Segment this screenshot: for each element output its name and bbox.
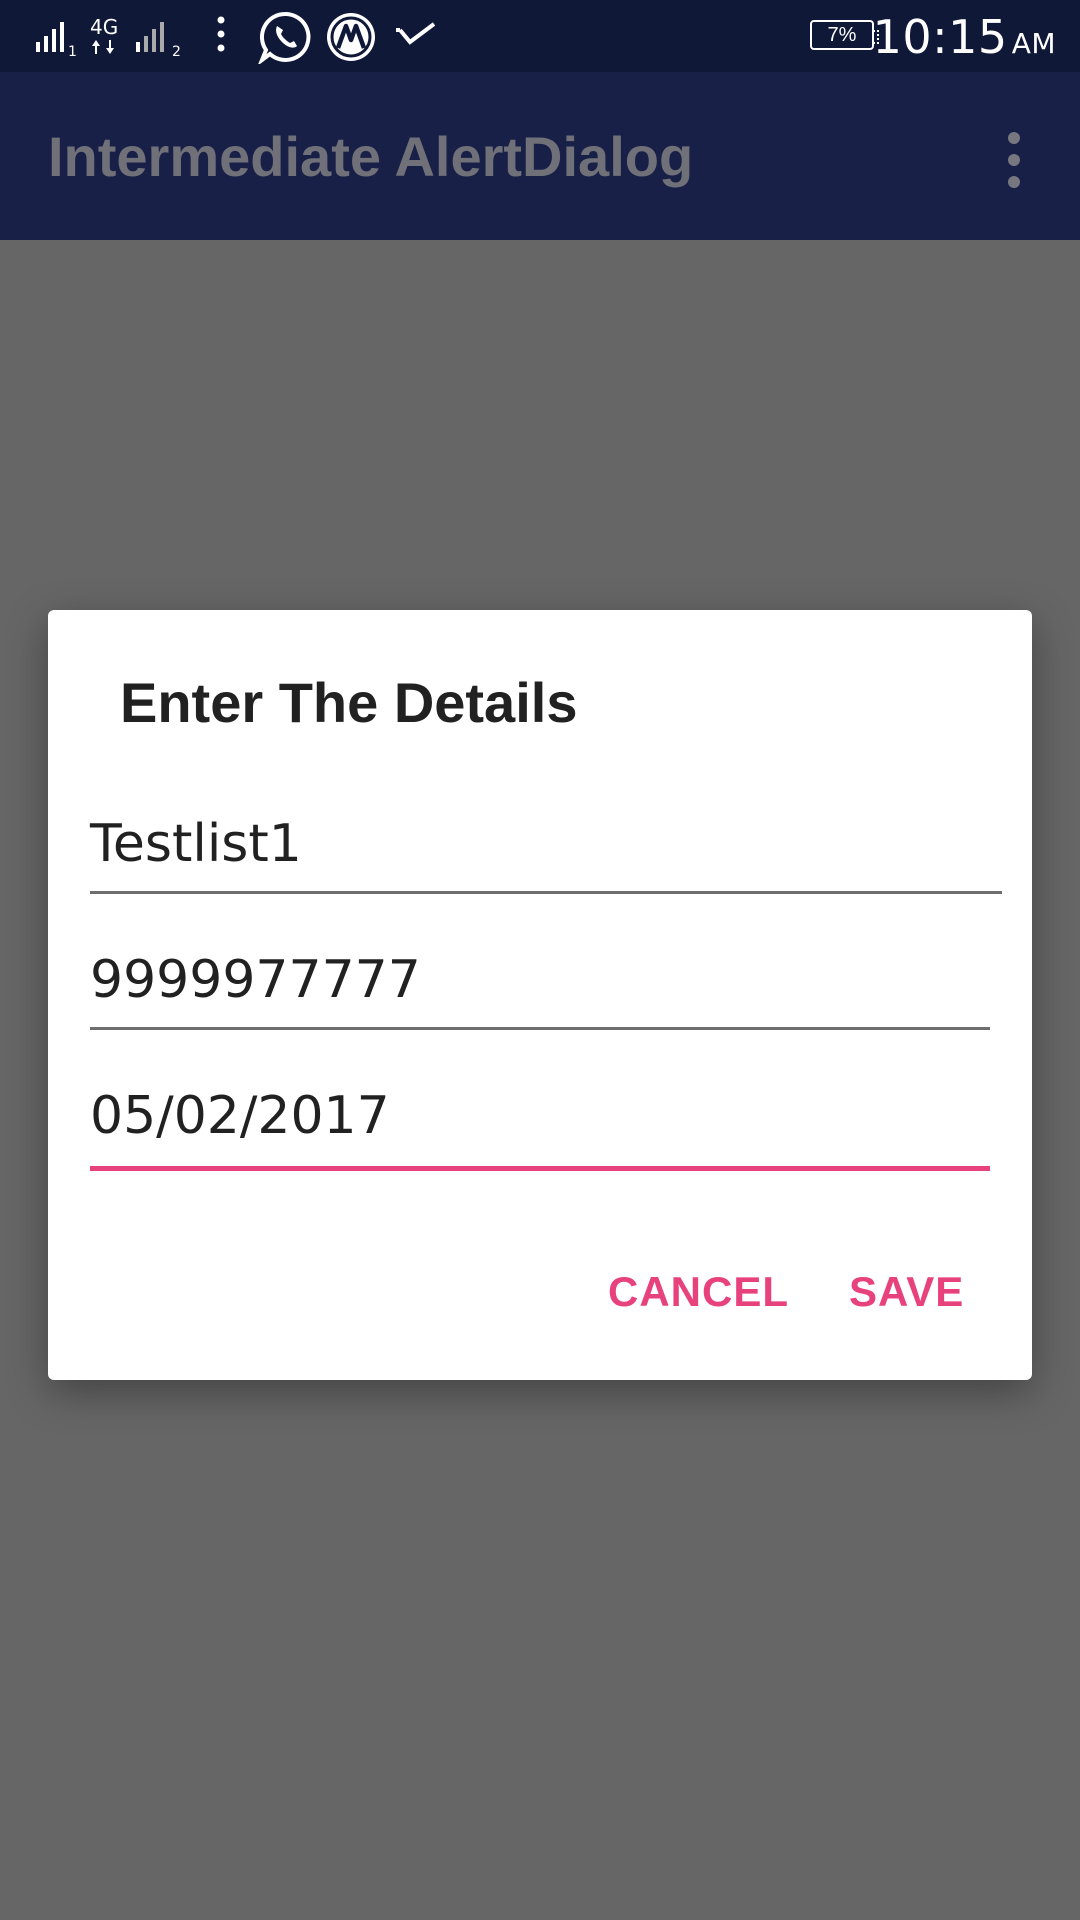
4g-data-icon: 4G	[90, 15, 118, 54]
app-title: Intermediate AlertDialog	[48, 125, 694, 188]
date-field-underline	[90, 1166, 990, 1171]
name-field[interactable]: Testlist1	[90, 814, 1002, 894]
battery-icon: 7%	[810, 20, 879, 50]
name-field-underline	[90, 891, 1002, 894]
cancel-button[interactable]: CANCEL	[608, 1268, 789, 1316]
signal-icon: 1	[36, 22, 77, 56]
alert-dialog: Enter The Details Testlist1 9999977777 0…	[48, 610, 1032, 1380]
svg-text:1: 1	[68, 44, 77, 56]
svg-text:2: 2	[172, 44, 181, 58]
m-app-icon	[327, 13, 375, 61]
name-field-value: Testlist1	[90, 814, 302, 874]
signal-sim2-icon: 2	[136, 22, 181, 58]
phone-field-value: 9999977777	[90, 950, 421, 1010]
date-field-value: 05/02/2017	[90, 1086, 390, 1146]
phone-field[interactable]: 9999977777	[90, 950, 990, 1030]
more-notifications-icon	[217, 16, 225, 52]
date-field[interactable]: 05/02/2017	[90, 1086, 990, 1171]
overflow-menu-icon[interactable]	[990, 128, 1038, 192]
phone-field-underline	[90, 1027, 990, 1030]
whatsapp-icon	[258, 11, 311, 64]
save-button[interactable]: SAVE	[849, 1268, 964, 1316]
clock: 10:15 AM	[872, 10, 1056, 64]
app-bar: Intermediate AlertDialog	[0, 72, 1080, 240]
svg-text:4G: 4G	[90, 15, 118, 39]
status-bar: 1 4G 2 7% 10:15 AM	[0, 0, 1080, 72]
dialog-title: Enter The Details	[120, 671, 578, 734]
check-icon	[396, 22, 436, 45]
